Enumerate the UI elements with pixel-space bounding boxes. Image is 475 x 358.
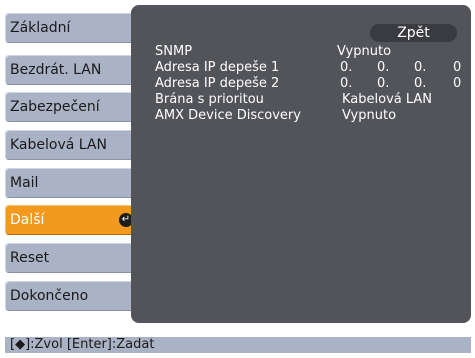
menu-item-mail[interactable]: Mail [5, 168, 135, 198]
ip-octet: 0. [340, 76, 353, 91]
settings-row-priority-gateway[interactable]: Brána s prioritou Kabelová LAN [150, 92, 470, 107]
menu-item-dalsi[interactable]: Další ↵ [5, 205, 138, 235]
row-label: Adresa IP depeše 2 [155, 76, 280, 91]
ip-octet: 0 [453, 76, 462, 91]
settings-row-amx-discovery[interactable]: AMX Device Discovery Vypnuto [150, 108, 470, 123]
menu-item-zakladni[interactable]: Základní [5, 13, 135, 43]
back-button[interactable]: Zpět [370, 24, 457, 42]
menu-item-label: Další [10, 212, 45, 228]
ip-octet: 0 [453, 60, 462, 75]
row-label: AMX Device Discovery [155, 108, 301, 123]
ip-octet: 0. [340, 60, 353, 75]
settings-row-trap-ip-1[interactable]: Adresa IP depeše 1 0. 0. 0. 0 [150, 60, 470, 75]
menu-item-bezdrat-lan[interactable]: Bezdrát. LAN [5, 55, 135, 85]
row-label: SNMP [155, 44, 193, 59]
row-label: Adresa IP depeše 1 [155, 60, 280, 75]
row-label: Brána s prioritou [155, 92, 264, 107]
ip-octet: 0. [377, 76, 390, 91]
ip-octet: 0. [414, 76, 427, 91]
ip-octet: 0. [377, 60, 390, 75]
menu-item-reset[interactable]: Reset [5, 243, 135, 273]
settings-panel: Zpět SNMP Vypnuto Adresa IP depeše 1 0. … [131, 5, 471, 323]
settings-row-snmp[interactable]: SNMP Vypnuto [150, 44, 470, 59]
key-hint-bar: [◆]:Zvol [Enter]:Zadat [5, 337, 471, 353]
row-value: Vypnuto [342, 108, 397, 123]
ip-octet: 0. [414, 60, 427, 75]
menu-item-kabelova-lan[interactable]: Kabelová LAN [5, 130, 135, 160]
menu-item-zabezpeceni[interactable]: Zabezpečení [5, 92, 135, 122]
row-value: Kabelová LAN [342, 92, 433, 107]
settings-row-trap-ip-2[interactable]: Adresa IP depeše 2 0. 0. 0. 0 [150, 76, 470, 91]
row-value: Vypnuto [337, 44, 392, 59]
menu-item-dokonceno[interactable]: Dokončeno [5, 281, 135, 311]
